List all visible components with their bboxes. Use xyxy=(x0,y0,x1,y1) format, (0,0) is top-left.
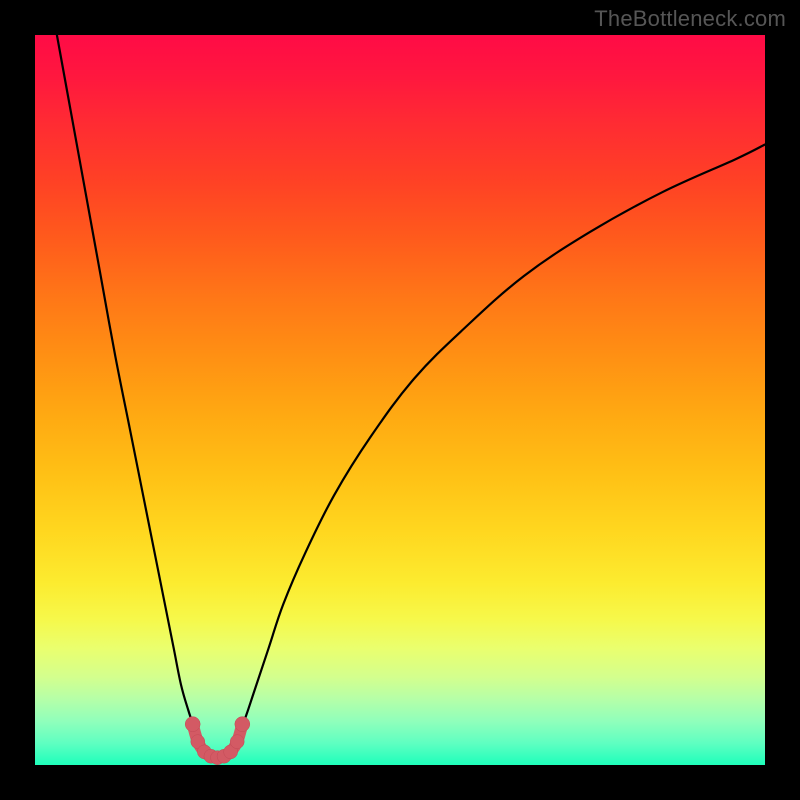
curve-layer xyxy=(57,35,765,758)
chart-svg xyxy=(35,35,765,765)
curve-right-branch xyxy=(234,145,765,749)
chart-plot-area xyxy=(35,35,765,765)
chart-frame: TheBottleneck.com xyxy=(0,0,800,800)
curve-left-branch xyxy=(57,35,201,749)
marker-layer xyxy=(185,717,250,765)
watermark-text: TheBottleneck.com xyxy=(594,6,786,32)
data-marker xyxy=(235,717,250,732)
data-marker xyxy=(230,735,244,749)
data-marker xyxy=(185,717,200,732)
